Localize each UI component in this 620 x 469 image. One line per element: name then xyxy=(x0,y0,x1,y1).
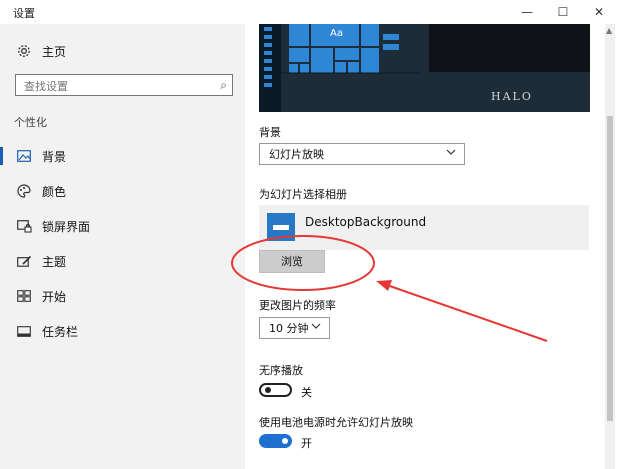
sidebar-item-lock-screen[interactable]: 锁屏界面 xyxy=(0,213,245,239)
album-label: 为幻灯片选择相册 xyxy=(259,188,347,201)
sidebar-item-label: 主页 xyxy=(42,44,67,59)
sidebar-item-label: 主题 xyxy=(42,254,67,269)
sidebar-item-themes[interactable]: 主题 xyxy=(0,248,245,274)
background-preview: Aa HALO xyxy=(259,24,590,112)
window-title: 设置 xyxy=(13,7,35,20)
shuffle-state: 关 xyxy=(301,386,312,399)
gear-icon xyxy=(16,43,32,59)
annotation-arrow-line xyxy=(383,283,548,342)
theme-brush-icon xyxy=(16,253,32,269)
close-button[interactable]: ✕ xyxy=(584,3,614,21)
title-bar: 设置 — ☐ ✕ xyxy=(0,0,620,24)
sidebar: 主页 ⌕ 个性化 背景 颜色 锁屏界面 主题 开始 xyxy=(0,24,245,469)
scrollbar[interactable]: ▲ xyxy=(605,24,615,469)
sidebar-item-taskbar[interactable]: 任务栏 xyxy=(0,318,245,344)
taskbar-icon xyxy=(16,323,32,339)
toggle-knob xyxy=(282,438,288,444)
annotation-arrow-head xyxy=(376,280,392,291)
sidebar-item-label: 开始 xyxy=(42,289,67,304)
interval-label: 更改图片的频率 xyxy=(259,299,336,312)
sidebar-item-home[interactable]: 主页 xyxy=(0,38,245,64)
sidebar-item-background[interactable]: 背景 xyxy=(0,143,245,169)
preview-logo-text: HALO xyxy=(491,90,533,103)
scrollbar-thumb[interactable] xyxy=(607,116,613,421)
battery-label: 使用电池电源时允许幻灯片放映 xyxy=(259,416,413,429)
sidebar-item-label: 颜色 xyxy=(42,184,67,199)
toggle-knob xyxy=(265,387,271,393)
shuffle-label: 无序播放 xyxy=(259,364,303,377)
battery-toggle[interactable] xyxy=(259,434,292,448)
sidebar-item-label: 任务栏 xyxy=(42,324,79,339)
maximize-button[interactable]: ☐ xyxy=(548,3,578,21)
lock-screen-icon xyxy=(16,218,32,234)
album-item[interactable]: DesktopBackground xyxy=(259,205,589,250)
sidebar-item-start[interactable]: 开始 xyxy=(0,283,245,309)
palette-icon xyxy=(16,183,32,199)
battery-state: 开 xyxy=(301,437,312,450)
search-field[interactable]: ⌕ xyxy=(15,74,233,97)
picture-icon xyxy=(16,148,32,164)
sidebar-item-label: 锁屏界面 xyxy=(42,219,91,234)
interval-dropdown-value: 10 分钟 xyxy=(269,322,309,335)
browse-button[interactable]: 浏览 xyxy=(259,250,325,273)
search-icon[interactable]: ⌕ xyxy=(220,78,227,93)
minimize-button[interactable]: — xyxy=(512,3,542,21)
album-name: DesktopBackground xyxy=(305,215,427,229)
interval-dropdown[interactable]: 10 分钟 xyxy=(259,317,330,339)
scroll-up-icon[interactable]: ▲ xyxy=(606,26,612,35)
folder-icon xyxy=(267,213,295,241)
background-label: 背景 xyxy=(259,126,281,139)
background-dropdown[interactable]: 幻灯片放映 xyxy=(259,143,465,165)
section-heading: 个性化 xyxy=(14,116,47,129)
search-input[interactable] xyxy=(22,76,211,97)
chevron-down-icon xyxy=(311,321,321,334)
start-grid-icon xyxy=(16,288,32,304)
preview-art: Aa HALO xyxy=(259,24,590,112)
background-dropdown-value: 幻灯片放映 xyxy=(269,148,324,161)
preview-tile-text: Aa xyxy=(330,28,343,39)
shuffle-toggle[interactable] xyxy=(259,383,292,397)
sidebar-item-label: 背景 xyxy=(42,149,67,164)
chevron-down-icon xyxy=(446,147,456,160)
sidebar-item-colors[interactable]: 颜色 xyxy=(0,178,245,204)
